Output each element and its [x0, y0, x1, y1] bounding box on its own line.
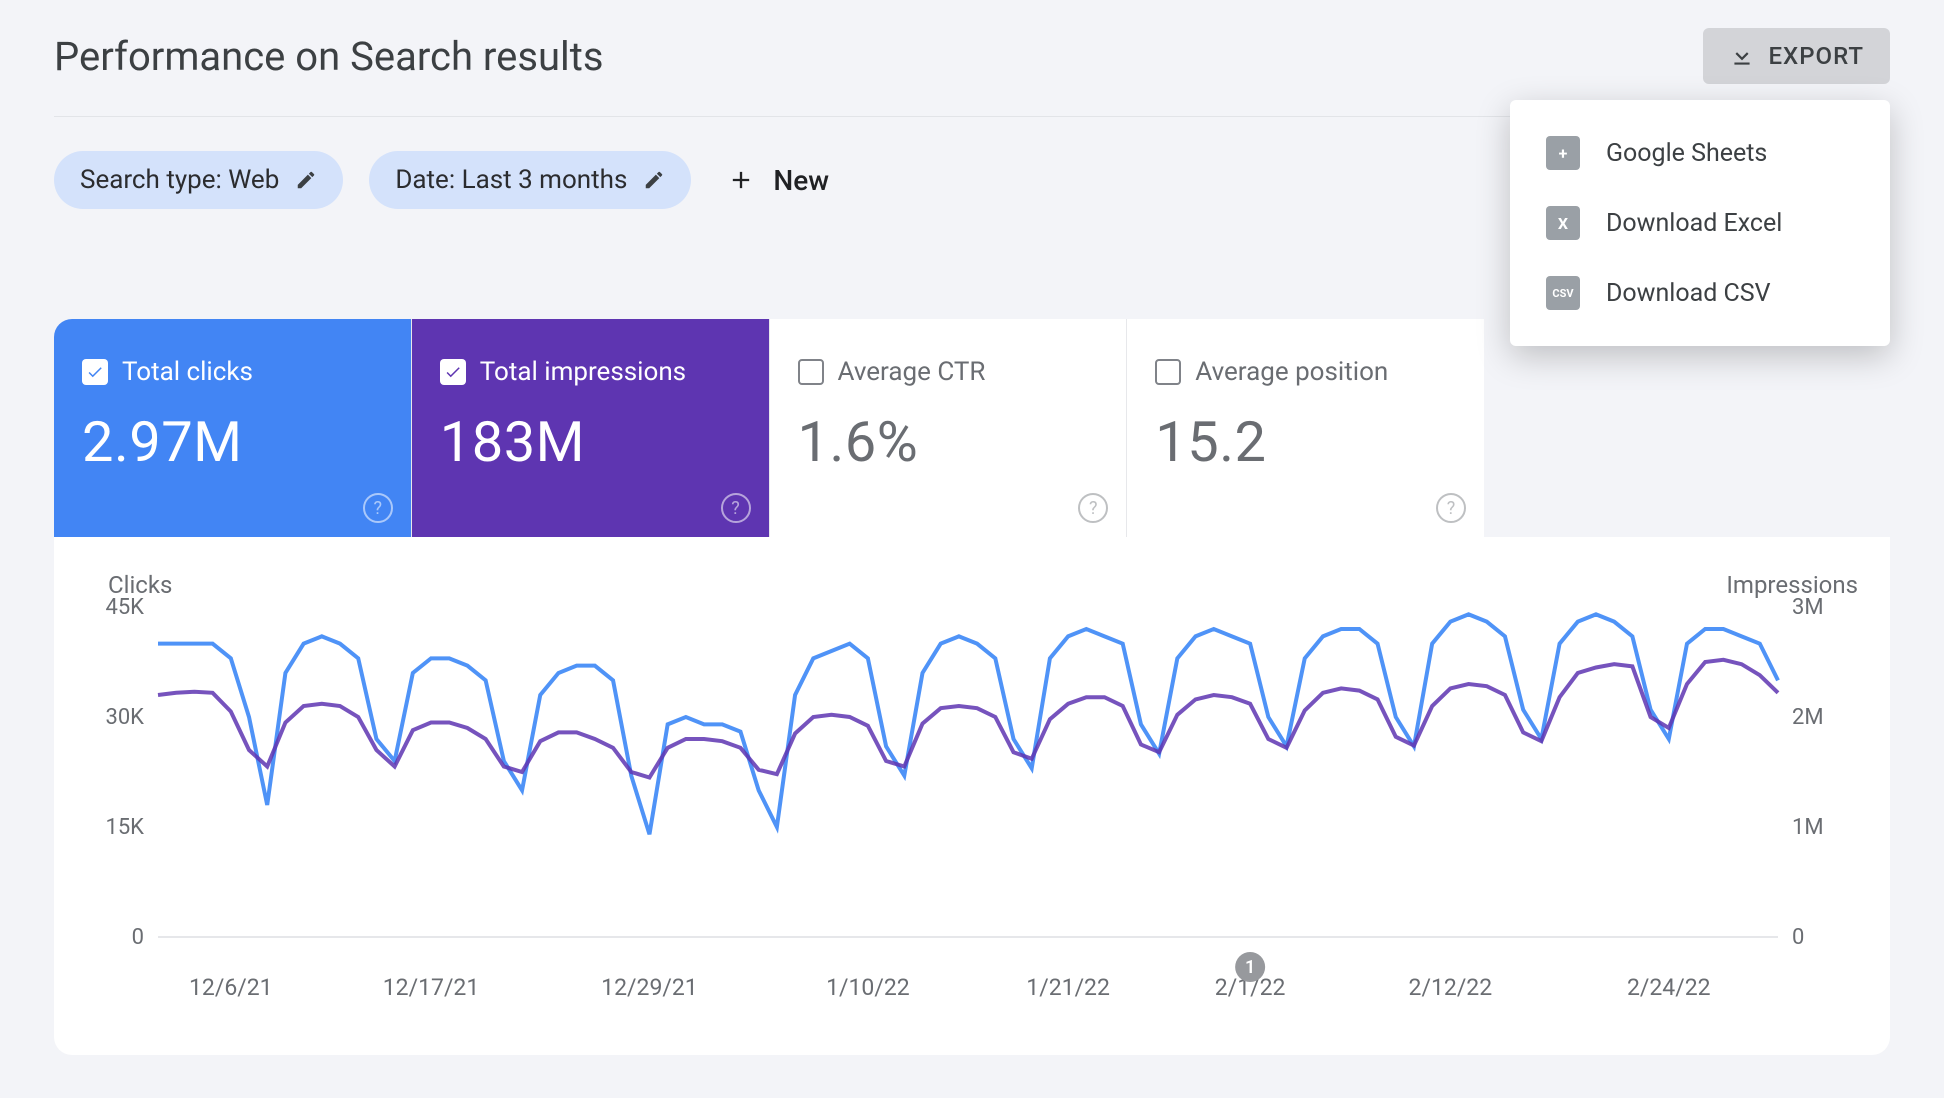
card-total-clicks[interactable]: Total clicks 2.97M ? — [54, 319, 412, 537]
card-label: Total impressions — [480, 357, 686, 387]
pencil-icon — [643, 169, 665, 191]
card-value: 15.2 — [1155, 409, 1456, 475]
help-icon[interactable]: ? — [721, 493, 751, 523]
svg-text:1/10/22: 1/10/22 — [826, 974, 910, 1001]
add-filter-label: New — [773, 164, 829, 197]
card-average-ctr[interactable]: Average CTR 1.6% ? — [770, 319, 1128, 537]
card-total-impressions[interactable]: Total impressions 183M ? — [412, 319, 770, 537]
svg-text:0: 0 — [1792, 925, 1804, 950]
page-title: Performance on Search results — [54, 33, 603, 80]
svg-text:15K: 15K — [105, 815, 144, 840]
csv-icon: CSV — [1546, 276, 1580, 310]
svg-text:0: 0 — [132, 925, 144, 950]
sheets-icon: + — [1546, 136, 1580, 170]
filter-date[interactable]: Date: Last 3 months — [369, 151, 691, 209]
export-menu: + Google Sheets X Download Excel CSV Dow… — [1510, 100, 1890, 346]
card-label: Average position — [1195, 357, 1388, 387]
svg-text:12/17/21: 12/17/21 — [383, 974, 480, 1001]
card-label: Total clicks — [122, 357, 253, 387]
help-icon[interactable]: ? — [1436, 493, 1466, 523]
svg-text:2/12/22: 2/12/22 — [1409, 974, 1493, 1001]
metric-cards: Total clicks 2.97M ? Total impressions 1… — [54, 319, 1484, 537]
svg-text:12/29/21: 12/29/21 — [601, 974, 698, 1001]
export-button-label: EXPORT — [1769, 42, 1865, 70]
card-value: 2.97M — [82, 409, 383, 475]
add-filter-button[interactable]: New — [717, 158, 839, 203]
filter-label: Search type: Web — [80, 165, 279, 195]
export-item-excel[interactable]: X Download Excel — [1510, 188, 1890, 258]
card-value: 183M — [440, 409, 741, 475]
help-icon[interactable]: ? — [363, 493, 393, 523]
pencil-icon — [295, 169, 317, 191]
performance-chart: ClicksImpressions45K30K15K03M2M1M012/6/2… — [78, 567, 1868, 1027]
svg-text:45K: 45K — [105, 595, 144, 620]
export-item-sheets[interactable]: + Google Sheets — [1510, 118, 1890, 188]
svg-text:1/21/22: 1/21/22 — [1026, 974, 1110, 1001]
svg-text:12/6/21: 12/6/21 — [189, 974, 273, 1001]
plus-icon — [727, 166, 755, 194]
export-item-label: Google Sheets — [1606, 139, 1767, 168]
export-item-csv[interactable]: CSV Download CSV — [1510, 258, 1890, 328]
checkbox-off-icon — [1155, 359, 1181, 385]
checkbox-on-icon — [82, 359, 108, 385]
chart-panel: ClicksImpressions45K30K15K03M2M1M012/6/2… — [54, 537, 1890, 1055]
export-button[interactable]: EXPORT — [1703, 28, 1891, 84]
help-icon[interactable]: ? — [1078, 493, 1108, 523]
filter-search-type[interactable]: Search type: Web — [54, 151, 343, 209]
excel-icon: X — [1546, 206, 1580, 240]
svg-text:2/24/22: 2/24/22 — [1627, 974, 1711, 1001]
export-item-label: Download CSV — [1606, 279, 1771, 308]
svg-text:1: 1 — [1245, 957, 1255, 978]
svg-text:30K: 30K — [105, 705, 144, 730]
export-item-label: Download Excel — [1606, 209, 1782, 238]
svg-text:1M: 1M — [1792, 815, 1824, 840]
card-value: 1.6% — [798, 409, 1099, 475]
filter-label: Date: Last 3 months — [395, 165, 627, 195]
svg-text:3M: 3M — [1792, 595, 1824, 620]
checkbox-on-icon — [440, 359, 466, 385]
checkbox-off-icon — [798, 359, 824, 385]
card-label: Average CTR — [838, 357, 986, 387]
download-icon — [1729, 43, 1755, 69]
svg-text:2M: 2M — [1792, 705, 1824, 730]
card-average-position[interactable]: Average position 15.2 ? — [1127, 319, 1484, 537]
